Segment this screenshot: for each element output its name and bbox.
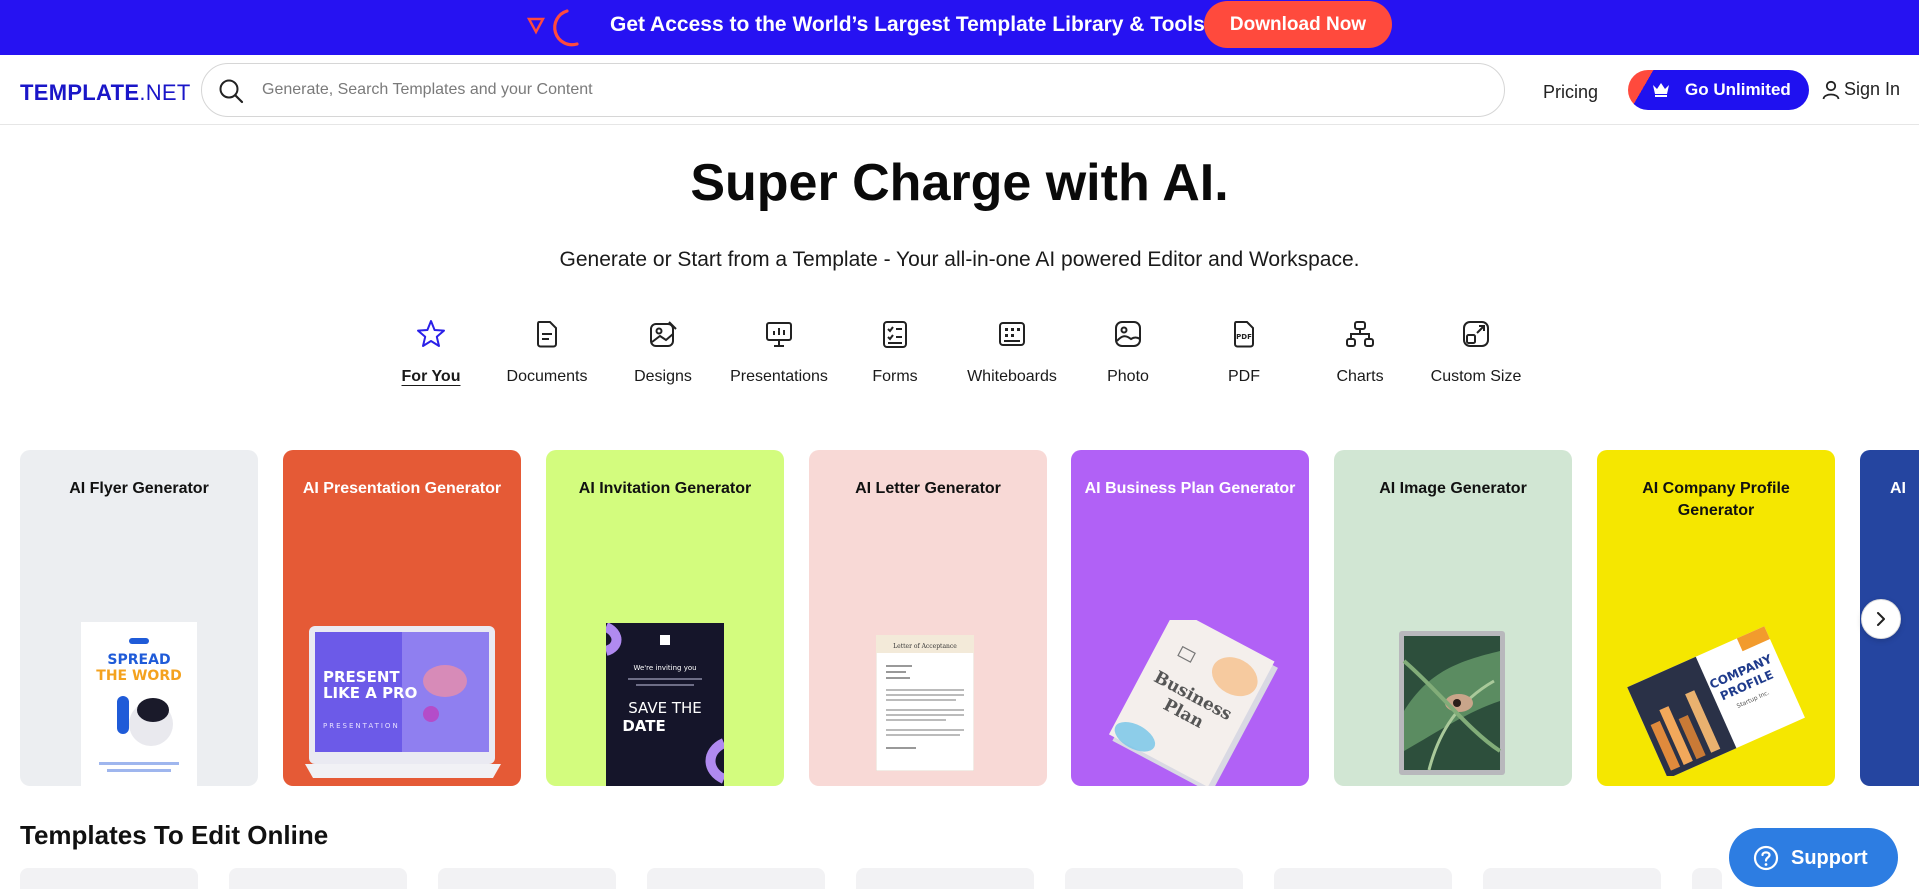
card-title: AI: [1890, 480, 1906, 497]
tab-label: Photo: [1107, 368, 1149, 385]
card-ai-company-profile-generator[interactable]: AI Company Profile Generator COMPANY PRO…: [1597, 450, 1835, 786]
card-title: AI Company Profile Generator: [1642, 480, 1790, 519]
templates-section-title: Templates To Edit Online: [20, 820, 329, 850]
invitation-art-line2: SAVE THE: [628, 699, 702, 717]
tab-label: Custom Size: [1430, 368, 1522, 385]
design-icon: [650, 321, 677, 347]
crown-icon: [1653, 83, 1669, 97]
sign-in-label: Sign In: [1844, 79, 1901, 99]
card-ai-image-generator[interactable]: AI Image Generator: [1334, 450, 1572, 786]
tab-label: Forms: [872, 368, 918, 385]
template-thumbnail[interactable]: [1483, 868, 1661, 889]
business-plan-preview-image: Business Plan: [1108, 620, 1278, 786]
whiteboard-icon: [999, 322, 1025, 346]
brand-logo[interactable]: TEMPLATE.NET: [20, 80, 191, 106]
presentation-art-line3: PRESENTATION: [323, 722, 400, 730]
card-title: AI Image Generator: [1379, 480, 1527, 497]
go-unlimited-label: Go Unlimited: [1685, 80, 1791, 99]
invitation-art-line3: DATE: [622, 717, 665, 735]
tab-whiteboards[interactable]: Whiteboards: [954, 318, 1070, 390]
site-header: TEMPLATE.NET Pricing Go Unlimited Sign I…: [0, 55, 1919, 125]
svg-text:PDF: PDF: [1236, 333, 1252, 341]
image-preview-image: [1399, 631, 1505, 775]
tab-custom-size[interactable]: Custom Size: [1418, 318, 1534, 390]
user-icon: [1822, 80, 1840, 99]
star-icon: [417, 320, 445, 347]
presentation-icon: [766, 322, 792, 347]
hero-title: Super Charge with AI.: [690, 154, 1229, 212]
go-unlimited-button[interactable]: Go Unlimited: [1628, 70, 1809, 110]
promo-text: Get Access to the World’s Largest Templa…: [610, 13, 1205, 36]
form-icon: [883, 321, 907, 348]
tab-designs[interactable]: Designs: [605, 318, 721, 390]
pdf-icon: PDF: [1234, 321, 1254, 348]
brand-logo-icon: [527, 9, 579, 47]
brand-name: TEMPLATE: [20, 80, 140, 105]
template-thumbnail[interactable]: [438, 868, 616, 889]
card-ai-presentation-generator[interactable]: AI Presentation Generator PRESENT LIKE A…: [283, 450, 521, 786]
template-thumbnail[interactable]: [856, 868, 1034, 889]
invitation-art-line1: We're inviting you: [633, 664, 696, 672]
card-ai-flyer-generator[interactable]: AI Flyer Generator SPREAD THE WORD: [20, 450, 258, 786]
photo-icon: [1115, 321, 1141, 347]
tab-label: Designs: [634, 368, 692, 385]
tab-pdf[interactable]: PDF PDF: [1186, 318, 1302, 390]
pricing-link[interactable]: Pricing: [1543, 82, 1598, 103]
document-icon: [537, 321, 557, 348]
template-thumbnail[interactable]: [1065, 868, 1243, 889]
download-now-button[interactable]: Download Now: [1204, 1, 1392, 48]
letter-preview-image: Letter of Acceptance: [876, 635, 974, 771]
help-icon: [1753, 845, 1779, 871]
tab-for-you[interactable]: For You: [373, 318, 489, 390]
company-profile-preview-image: COMPANY PROFILE Startup Inc.: [1627, 626, 1805, 776]
card-title: AI Invitation Generator: [578, 480, 752, 497]
hero-subtitle: Generate or Start from a Template - Your…: [559, 248, 1360, 271]
search-input[interactable]: [262, 74, 1462, 106]
tab-presentations[interactable]: Presentations: [721, 318, 837, 390]
template-thumbnail[interactable]: [20, 868, 198, 889]
tab-documents[interactable]: Documents: [489, 318, 605, 390]
search-icon[interactable]: [218, 78, 244, 104]
flyer-preview-image: SPREAD THE WORD: [81, 622, 197, 786]
template-thumbnail[interactable]: [647, 868, 825, 889]
search-bar[interactable]: [201, 63, 1505, 117]
brand-suffix: .NET: [139, 80, 191, 105]
card-ai-letter-generator[interactable]: AI Letter Generator Letter of Acceptance: [809, 450, 1047, 786]
tab-label: Presentations: [730, 368, 828, 385]
tab-forms[interactable]: Forms: [837, 318, 953, 390]
card-title: AI Presentation Generator: [302, 480, 502, 497]
promo-banner: Get Access to the World’s Largest Templa…: [0, 0, 1919, 55]
tab-charts[interactable]: Charts: [1302, 318, 1418, 390]
flyer-art-line2: THE WORD: [96, 668, 181, 684]
support-label: Support: [1791, 847, 1868, 869]
presentation-art-line2: LIKE A PRO: [323, 684, 417, 702]
template-thumbnail[interactable]: [229, 868, 407, 889]
chevron-right-icon: [1877, 612, 1885, 626]
chart-icon: [1346, 321, 1374, 347]
flyer-art-line1: SPREAD: [107, 652, 170, 668]
template-thumbnail[interactable]: [1692, 868, 1722, 889]
card-title: AI Letter Generator: [855, 480, 1001, 497]
letter-art-line1: Letter of Acceptance: [893, 643, 957, 650]
tab-label: For You: [401, 368, 461, 385]
tab-label: Documents: [506, 368, 588, 385]
tab-label: Charts: [1336, 368, 1384, 385]
tab-photo[interactable]: Photo: [1070, 318, 1186, 390]
support-button[interactable]: Support: [1729, 828, 1898, 887]
card-ai-invitation-generator[interactable]: AI Invitation Generator We're inviting y…: [546, 450, 784, 786]
card-ai-business-plan-generator[interactable]: AI Business Plan Generator Business Plan: [1071, 450, 1309, 786]
carousel-next-button[interactable]: [1861, 599, 1901, 639]
card-title: AI Business Plan Generator: [1084, 480, 1296, 497]
template-thumbnail[interactable]: [1274, 868, 1452, 889]
presentation-preview-image: PRESENT LIKE A PRO PRESENTATION: [305, 626, 501, 778]
custom-size-icon: [1463, 321, 1489, 347]
tab-label: Whiteboards: [967, 368, 1057, 385]
card-title: AI Flyer Generator: [69, 480, 209, 497]
sign-in-link[interactable]: Sign In: [1822, 79, 1900, 100]
tab-label: PDF: [1228, 368, 1260, 385]
invitation-preview-image: We're inviting you SAVE THE DATE: [606, 623, 724, 786]
